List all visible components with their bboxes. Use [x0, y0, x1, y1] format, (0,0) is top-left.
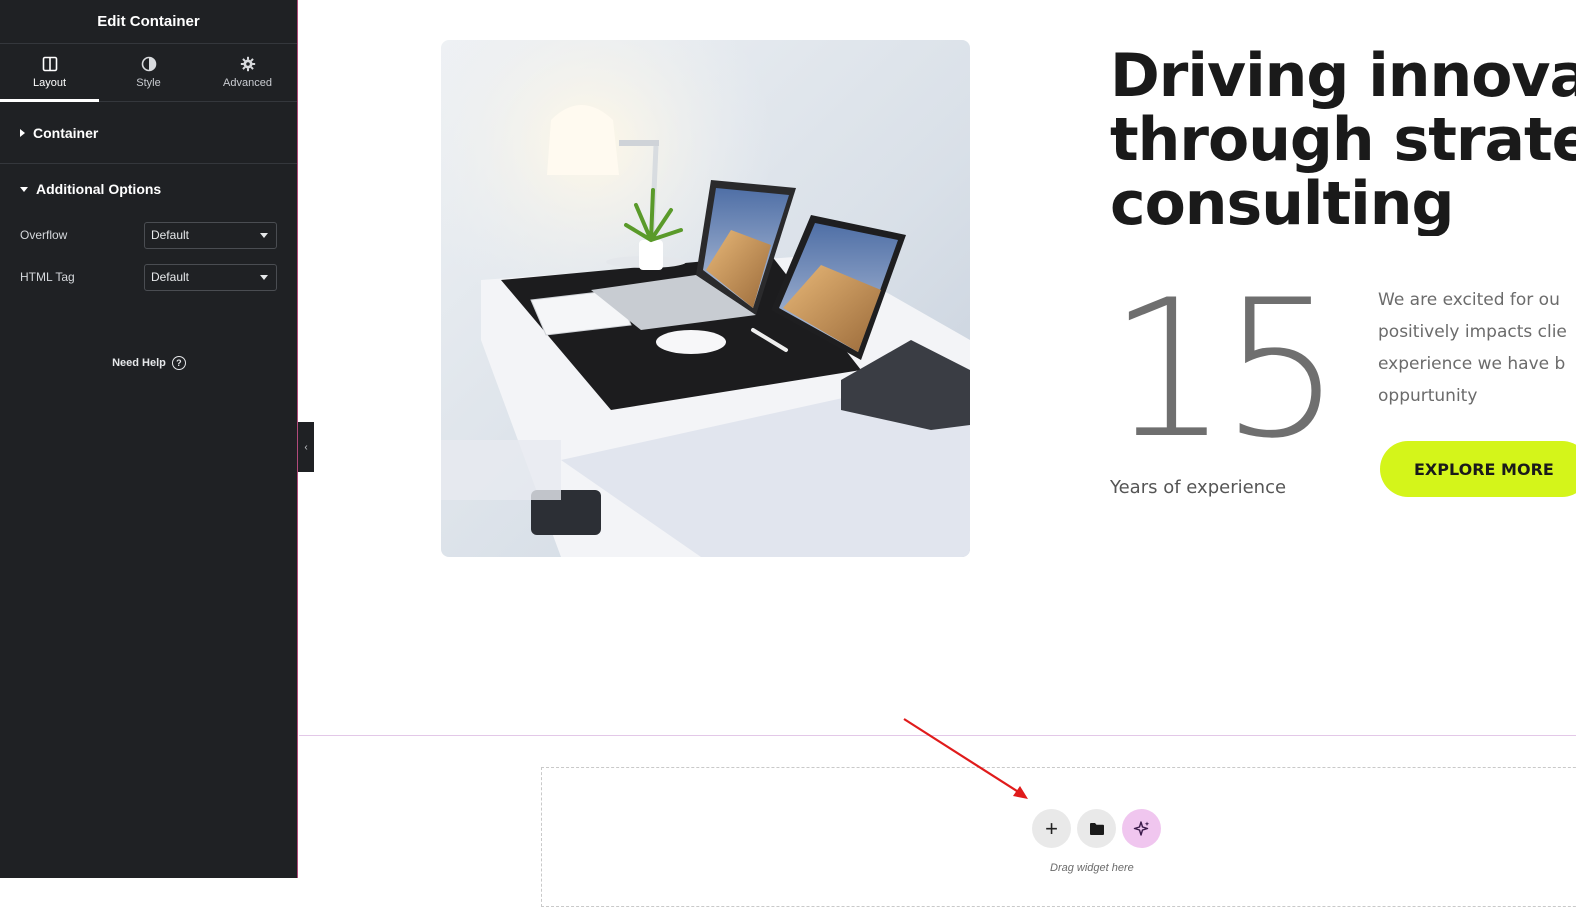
- section-divider: [299, 735, 1576, 736]
- folder-icon: [1089, 822, 1104, 835]
- panel-tabs: Layout Style Advanced: [0, 44, 297, 102]
- chevron-down-icon: [260, 232, 268, 238]
- contrast-icon: [141, 56, 156, 72]
- help-icon: ?: [171, 356, 186, 370]
- html-tag-control: HTML Tag Default: [0, 256, 297, 298]
- tab-style[interactable]: Style: [99, 44, 198, 101]
- drag-widget-hint: Drag widget here: [1050, 862, 1134, 874]
- overflow-select[interactable]: Default: [143, 221, 277, 249]
- html-tag-select-value: Default: [150, 270, 189, 284]
- desk-workspace-image: [441, 40, 970, 557]
- layout-icon: [42, 56, 57, 72]
- need-help-link[interactable]: Need Help ?: [0, 356, 298, 370]
- tab-style-label: Style: [136, 77, 161, 89]
- tab-advanced[interactable]: Advanced: [198, 44, 297, 101]
- tab-layout[interactable]: Layout: [0, 44, 99, 102]
- plus-icon: +: [1045, 815, 1058, 841]
- caret-right-icon: [20, 128, 25, 137]
- section-container-toggle[interactable]: Container: [0, 102, 297, 164]
- panel-header: Edit Container: [0, 0, 297, 44]
- section-additional-options-label: Additional Options: [36, 181, 162, 197]
- tab-advanced-label: Advanced: [223, 77, 272, 89]
- add-section-button[interactable]: +: [1032, 809, 1071, 848]
- hero-headline: Driving innovat through strateg consulti…: [1110, 44, 1576, 236]
- html-tag-select[interactable]: Default: [143, 263, 277, 291]
- add-template-button[interactable]: [1077, 809, 1116, 848]
- overflow-control: Overflow Default: [0, 214, 297, 256]
- caret-down-icon: [20, 186, 28, 192]
- years-counter: 15: [1108, 259, 1342, 480]
- description-text: We are excited for ou positively impacts…: [1378, 284, 1576, 412]
- description-line-4: oppurtunity: [1378, 386, 1478, 406]
- html-tag-label: HTML Tag: [20, 270, 75, 284]
- ai-generate-button[interactable]: [1122, 809, 1161, 848]
- chevron-left-icon: ‹: [304, 441, 308, 453]
- headline-line-1: Driving innovat: [1110, 44, 1576, 111]
- collapse-panel-button[interactable]: ‹: [298, 422, 314, 472]
- editor-panel: Edit Container Layout Style Advanced Con…: [0, 0, 298, 878]
- description-line-3: experience we have b: [1378, 354, 1566, 374]
- sparkle-icon: [1133, 820, 1149, 836]
- need-help-label: Need Help: [112, 357, 166, 369]
- section-container-label: Container: [33, 124, 99, 141]
- gear-icon: [240, 56, 255, 72]
- panel-title: Edit Container: [97, 13, 200, 30]
- headline-line-2: through strateg: [1110, 105, 1576, 175]
- headline-line-3: consulting: [1110, 169, 1454, 236]
- section-additional-options-toggle[interactable]: Additional Options: [0, 164, 297, 214]
- overflow-label: Overflow: [20, 228, 68, 242]
- tab-layout-label: Layout: [32, 77, 67, 89]
- description-line-1: We are excited for ou: [1378, 290, 1560, 310]
- overflow-select-value: Default: [150, 228, 189, 242]
- years-label: Years of experience: [1110, 477, 1287, 498]
- description-line-2: positively impacts clie: [1378, 322, 1567, 342]
- chevron-down-icon: [260, 274, 268, 280]
- explore-more-button[interactable]: EXPLORE MORE: [1380, 441, 1576, 497]
